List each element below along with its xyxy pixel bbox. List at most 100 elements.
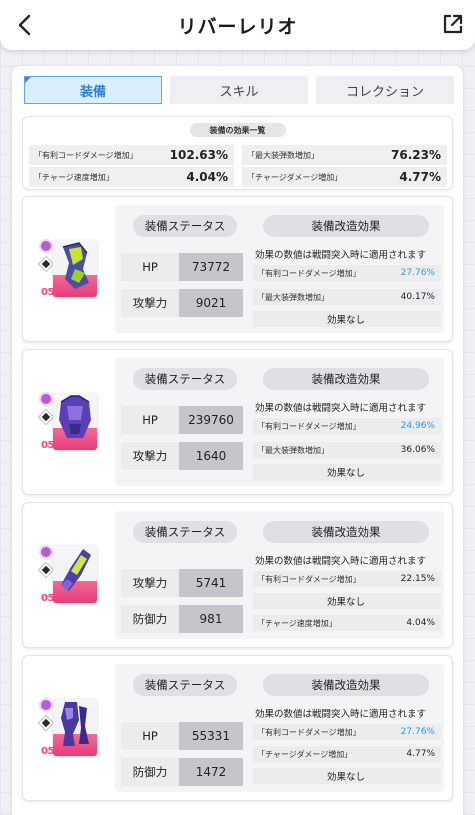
equipment-panel: 装備 スキル コレクション 装備の効果一覧 「有利コードダメージ増加」 102.… bbox=[12, 66, 463, 815]
status-header: 装備ステータス bbox=[133, 521, 237, 543]
stat-value: 55331 bbox=[179, 722, 243, 750]
external-link-icon[interactable] bbox=[441, 12, 465, 36]
mod-effect-none: 効果なし bbox=[326, 315, 365, 326]
mod-header: 装備改造効果 bbox=[263, 521, 429, 543]
mod-effect-none: 効果なし bbox=[326, 597, 365, 608]
stat-label: 攻撃力 bbox=[121, 289, 179, 317]
effects-summary: 装備の効果一覧 「有利コードダメージ増加」 102.63% 「最大装弾数増加」 … bbox=[22, 116, 453, 190]
stat-label: HP bbox=[121, 722, 179, 750]
summary-item-label: 「有利コードダメージ増加」 bbox=[34, 150, 138, 160]
summary-item-label: 「チャージ速度増加」 bbox=[34, 172, 114, 182]
mod-effect-label: 「最大装弾数増加」 bbox=[257, 445, 329, 455]
torso-gear-icon bbox=[53, 392, 97, 450]
summary-item-value: 102.63% bbox=[169, 148, 228, 162]
manufacturer-icon bbox=[38, 562, 54, 578]
tab-bar: 装備 スキル コレクション bbox=[24, 76, 454, 104]
rarity-badge-icon bbox=[39, 392, 53, 406]
stat-label: 攻撃力 bbox=[121, 442, 179, 470]
arm-gear-icon bbox=[53, 545, 97, 603]
equipment-card-head[interactable]: 05 装備ステータス 装備改造効果 HP 73772 攻撃力 9021 効果の数… bbox=[22, 196, 453, 342]
stat-label: HP bbox=[121, 406, 179, 434]
equipment-card-arm[interactable]: 05 装備ステータス 装備改造効果 攻撃力 5741 防御力 981 効果の数値… bbox=[22, 502, 453, 648]
stat-value: 239760 bbox=[179, 406, 243, 434]
mod-effect-value: 40.17% bbox=[400, 292, 435, 302]
head-gear-icon bbox=[53, 239, 97, 297]
mod-header: 装備改造効果 bbox=[263, 215, 429, 237]
mod-effect-value: 27.76% bbox=[400, 727, 435, 737]
page-title: リバーレリオ bbox=[177, 15, 298, 38]
effect-note: 効果の数値は戦闘突入時に適用されます bbox=[255, 709, 427, 720]
stat-label: 防御力 bbox=[121, 605, 179, 633]
summary-item-value: 4.77% bbox=[399, 170, 441, 184]
tab-equipment[interactable]: 装備 bbox=[24, 76, 162, 104]
tab-skills[interactable]: スキル bbox=[170, 76, 308, 104]
equipment-card-leg[interactable]: 05 装備ステータス 装備改造効果 HP 55331 防御力 1472 効果の数… bbox=[22, 655, 453, 801]
mod-header: 装備改造効果 bbox=[263, 368, 429, 390]
tier-label: 05 bbox=[41, 440, 54, 451]
mod-effect-row: 「最大装弾数増加」 40.17% bbox=[253, 289, 441, 305]
mod-effect-value: 36.06% bbox=[400, 445, 435, 455]
summary-item: 「最大装弾数増加」 76.23% bbox=[242, 145, 447, 165]
tier-label: 05 bbox=[41, 593, 54, 604]
mod-effect-row: 「チャージダメージ増加」 4.77% bbox=[253, 746, 441, 762]
tier-label: 05 bbox=[41, 746, 54, 757]
mod-effect-row: 「有利コードダメージ増加」 27.76% bbox=[253, 724, 441, 740]
card-details: 装備ステータス 装備改造効果 HP 73772 攻撃力 9021 効果の数値は戦… bbox=[115, 205, 444, 333]
mod-effect-none: 効果なし bbox=[326, 468, 365, 479]
summary-item: 「有利コードダメージ増加」 102.63% bbox=[29, 145, 234, 165]
mod-effect-row: 効果なし bbox=[253, 311, 441, 327]
leg-gear-icon bbox=[53, 698, 97, 756]
mod-effect-row: 効果なし bbox=[253, 768, 441, 784]
stat-value: 73772 bbox=[179, 253, 243, 281]
equipment-card-torso[interactable]: 05 装備ステータス 装備改造効果 HP 239760 攻撃力 1640 効果の… bbox=[22, 349, 453, 495]
summary-item: 「チャージダメージ増加」 4.77% bbox=[242, 167, 447, 187]
mod-effect-row: 効果なし bbox=[253, 593, 441, 609]
mod-effect-label: 「チャージ速度増加」 bbox=[257, 618, 337, 628]
mod-header: 装備改造効果 bbox=[263, 674, 429, 696]
equipment-icon[interactable]: 05 bbox=[37, 378, 99, 468]
effect-note: 効果の数値は戦闘突入時に適用されます bbox=[255, 250, 427, 261]
mod-effect-label: 「最大装弾数増加」 bbox=[257, 292, 329, 302]
mod-effect-row: 効果なし bbox=[253, 464, 441, 480]
mod-effect-value: 4.04% bbox=[406, 618, 435, 628]
manufacturer-icon bbox=[38, 715, 54, 731]
tab-collection[interactable]: コレクション bbox=[316, 76, 454, 104]
rarity-badge-icon bbox=[39, 545, 53, 559]
stat-value: 5741 bbox=[179, 569, 243, 597]
mod-effect-label: 「有利コードダメージ増加」 bbox=[257, 727, 361, 737]
mod-effect-row: 「有利コードダメージ増加」 22.15% bbox=[253, 571, 441, 587]
mod-effect-none: 効果なし bbox=[326, 772, 365, 783]
equipment-icon[interactable]: 05 bbox=[37, 225, 99, 315]
mod-effect-label: 「チャージダメージ増加」 bbox=[257, 749, 353, 759]
stat-value: 1472 bbox=[179, 758, 243, 786]
mod-effect-row: 「有利コードダメージ増加」 27.76% bbox=[253, 265, 441, 281]
stat-label: 攻撃力 bbox=[121, 569, 179, 597]
equipment-icon[interactable]: 05 bbox=[37, 684, 99, 774]
mod-effect-label: 「有利コードダメージ増加」 bbox=[257, 574, 361, 584]
status-header: 装備ステータス bbox=[133, 674, 237, 696]
manufacturer-icon bbox=[38, 409, 54, 425]
rarity-badge-icon bbox=[39, 239, 53, 253]
card-details: 装備ステータス 装備改造効果 HP 55331 防御力 1472 効果の数値は戦… bbox=[115, 664, 444, 792]
back-arrow-icon[interactable] bbox=[12, 10, 38, 40]
summary-item-value: 4.04% bbox=[186, 170, 228, 184]
stat-label: HP bbox=[121, 253, 179, 281]
summary-item-value: 76.23% bbox=[391, 148, 441, 162]
summary-item-label: 「最大装弾数増加」 bbox=[247, 150, 319, 160]
summary-title: 装備の効果一覧 bbox=[189, 123, 286, 137]
mod-effect-value: 22.15% bbox=[400, 574, 435, 584]
mod-effect-row: 「最大装弾数増加」 36.06% bbox=[253, 442, 441, 458]
card-details: 装備ステータス 装備改造効果 攻撃力 5741 防御力 981 効果の数値は戦闘… bbox=[115, 511, 444, 639]
mod-effect-row: 「有利コードダメージ増加」 24.96% bbox=[253, 418, 441, 434]
effect-note: 効果の数値は戦闘突入時に適用されます bbox=[255, 556, 427, 567]
mod-effect-value: 4.77% bbox=[406, 749, 435, 759]
status-header: 装備ステータス bbox=[133, 215, 237, 237]
mod-effect-label: 「有利コードダメージ増加」 bbox=[257, 421, 361, 431]
equipment-icon[interactable]: 05 bbox=[37, 531, 99, 621]
mod-effect-value: 27.76% bbox=[400, 268, 435, 278]
mod-effect-row: 「チャージ速度増加」 4.04% bbox=[253, 615, 441, 631]
summary-item-label: 「チャージダメージ増加」 bbox=[247, 172, 343, 182]
tier-label: 05 bbox=[41, 287, 54, 298]
stat-value: 1640 bbox=[179, 442, 243, 470]
summary-item: 「チャージ速度増加」 4.04% bbox=[29, 167, 234, 187]
